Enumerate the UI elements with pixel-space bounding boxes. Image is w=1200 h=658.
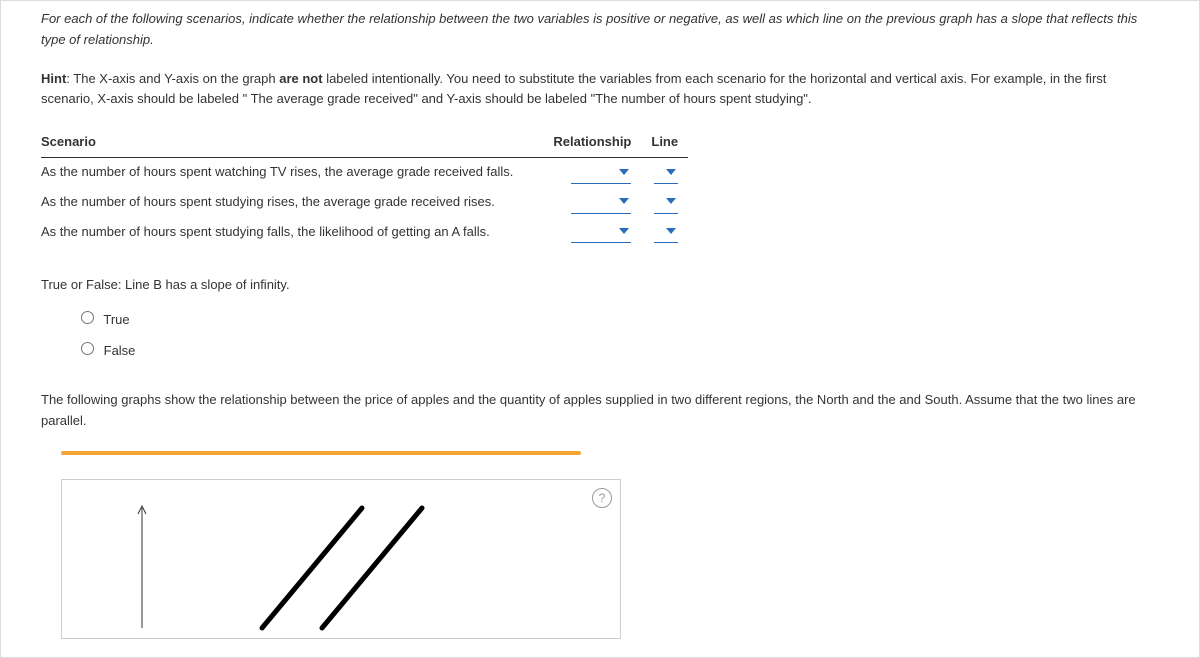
scenario-cell: As the number of hours spent studying fa… <box>41 218 543 248</box>
tf-false-label: False <box>104 343 136 358</box>
help-icon[interactable]: ? <box>592 488 612 508</box>
supply-graph <box>122 498 442 638</box>
relationship-dropdown[interactable] <box>571 222 631 244</box>
hint-text: Hint: The X-axis and Y-axis on the graph… <box>41 69 1159 111</box>
col-line: Line <box>641 128 688 157</box>
scenario-table: Scenario Relationship Line As the number… <box>41 128 688 247</box>
chevron-down-icon <box>666 169 676 175</box>
tf-option-true[interactable]: True <box>81 310 1159 331</box>
intro-text: For each of the following scenarios, ind… <box>41 9 1159 51</box>
graph-panel: ? <box>61 479 621 639</box>
hint-bold: are not <box>279 71 322 86</box>
graph-intro-text: The following graphs show the relationsh… <box>41 390 1159 432</box>
hint-part1: : The X-axis and Y-axis on the graph <box>66 71 279 86</box>
line-dropdown[interactable] <box>654 162 678 184</box>
relationship-dropdown[interactable] <box>571 162 631 184</box>
chevron-down-icon <box>666 198 676 204</box>
col-relationship: Relationship <box>543 128 641 157</box>
line-dropdown[interactable] <box>654 222 678 244</box>
tf-true-label: True <box>103 312 129 327</box>
true-false-section: True or False: Line B has a slope of inf… <box>41 275 1159 361</box>
table-row: As the number of hours spent studying ri… <box>41 188 688 218</box>
table-row: As the number of hours spent watching TV… <box>41 157 688 187</box>
tf-option-false[interactable]: False <box>81 341 1159 362</box>
chevron-down-icon <box>619 228 629 234</box>
graph-container: ? <box>61 451 621 639</box>
line-dropdown[interactable] <box>654 192 678 214</box>
chevron-down-icon <box>666 228 676 234</box>
radio-false[interactable] <box>81 342 94 355</box>
chevron-down-icon <box>619 169 629 175</box>
chevron-down-icon <box>619 198 629 204</box>
scenario-cell: As the number of hours spent watching TV… <box>41 157 543 187</box>
tf-question: True or False: Line B has a slope of inf… <box>41 275 1159 296</box>
relationship-dropdown[interactable] <box>571 192 631 214</box>
table-row: As the number of hours spent studying fa… <box>41 218 688 248</box>
graph-divider-bar <box>61 451 581 455</box>
scenario-cell: As the number of hours spent studying ri… <box>41 188 543 218</box>
radio-true[interactable] <box>81 311 94 324</box>
hint-label: Hint <box>41 71 66 86</box>
col-scenario: Scenario <box>41 128 543 157</box>
